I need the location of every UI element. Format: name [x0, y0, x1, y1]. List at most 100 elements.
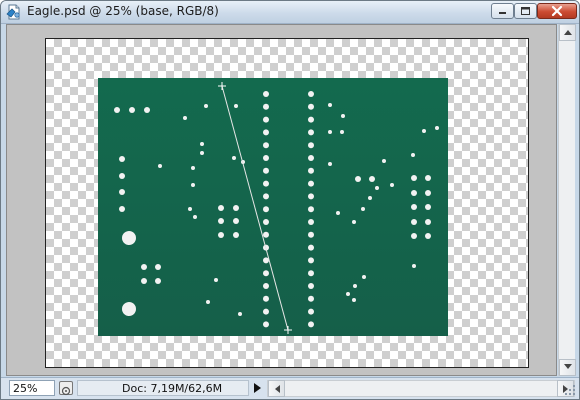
zoom-options-icon — [61, 386, 71, 396]
board-hole — [361, 207, 365, 211]
scroll-up-button[interactable] — [559, 24, 576, 41]
board-hole — [308, 180, 314, 187]
board-hole — [155, 278, 161, 284]
minimize-button[interactable] — [491, 3, 514, 19]
board-holes-layer — [114, 82, 439, 334]
board-hole — [263, 91, 269, 97]
maximize-button[interactable] — [514, 3, 537, 19]
board-hole — [346, 292, 350, 296]
board-hole — [425, 233, 431, 239]
board-hole — [218, 232, 224, 238]
board-hole — [308, 321, 314, 328]
board-hole — [122, 231, 136, 245]
board-hole — [232, 156, 236, 160]
board-hole — [425, 175, 431, 181]
zoom-options-button[interactable] — [59, 381, 73, 396]
board-hole — [308, 257, 314, 264]
board-hole — [308, 167, 314, 174]
board-hole — [425, 190, 431, 196]
document-workspace[interactable] — [6, 24, 557, 376]
board-hole — [191, 183, 195, 187]
board-hole — [144, 107, 150, 113]
board-hole — [263, 180, 269, 187]
board-hole — [114, 107, 120, 113]
document-size-info: Doc: 7,19M/62,6M — [77, 380, 249, 396]
board-hole — [308, 91, 314, 97]
board-hole — [263, 270, 269, 277]
maximize-icon — [521, 7, 530, 15]
board-hole — [340, 130, 344, 134]
board-hole — [119, 156, 125, 162]
photoshop-file-icon — [6, 4, 20, 20]
board-hole — [411, 233, 417, 239]
board-hole — [263, 129, 269, 136]
board-hole — [119, 206, 125, 212]
board-hole — [263, 206, 269, 213]
board-hole — [411, 153, 415, 157]
board-hole — [368, 196, 372, 200]
scroll-left-icon — [274, 385, 280, 393]
vertical-scrollbar[interactable] — [558, 24, 576, 376]
board-hole — [218, 205, 224, 211]
scroll-down-icon — [563, 364, 572, 369]
board-hole — [308, 103, 314, 110]
board-hole — [263, 321, 269, 328]
board-hole — [218, 218, 224, 224]
board-hole — [308, 116, 314, 123]
measure-line[interactable] — [221, 85, 289, 331]
board-hole — [263, 308, 269, 315]
board-hole — [328, 103, 332, 107]
board-hole — [308, 219, 314, 225]
board-hole — [129, 107, 135, 113]
board-hole — [238, 312, 242, 316]
board-hole — [204, 104, 208, 108]
measure-endpoint[interactable] — [284, 326, 292, 334]
board-hole — [411, 190, 417, 196]
pcb-board-image — [98, 78, 448, 336]
board-hole — [435, 126, 439, 130]
board-hole — [263, 193, 269, 200]
board-hole — [411, 219, 417, 225]
horizontal-scrollbar[interactable] — [267, 380, 575, 397]
board-hole — [308, 142, 314, 149]
board-hole — [155, 264, 161, 270]
scroll-left-button[interactable] — [268, 380, 285, 397]
board-hole — [353, 284, 357, 288]
title-bar[interactable]: Eagle.psd @ 25% (base, RGB/8) — [1, 1, 579, 24]
minimize-icon — [499, 12, 506, 14]
board-hole — [308, 193, 314, 200]
close-button[interactable] — [537, 3, 577, 19]
board-hole — [411, 204, 417, 210]
board-hole — [233, 232, 239, 238]
board-hole — [263, 167, 269, 174]
scroll-down-button[interactable] — [559, 359, 576, 376]
board-hole — [193, 215, 197, 219]
board-hole — [263, 155, 269, 161]
board-hole — [328, 162, 332, 166]
resize-grip-icon[interactable] — [564, 384, 576, 396]
board-hole — [412, 264, 416, 268]
measure-endpoint[interactable] — [218, 82, 226, 90]
document-window: Eagle.psd @ 25% (base, RGB/8) 25% Doc: 7… — [0, 0, 580, 400]
board-hole — [206, 300, 210, 304]
board-hole — [263, 142, 269, 149]
board-hole — [263, 231, 269, 238]
board-hole — [308, 283, 314, 289]
board-hole — [308, 231, 314, 238]
board-hole — [119, 189, 125, 195]
window-title: Eagle.psd @ 25% (base, RGB/8) — [27, 4, 219, 18]
close-icon — [551, 5, 563, 17]
board-hole — [422, 129, 426, 133]
board-hole — [352, 220, 356, 224]
board-hole — [263, 283, 269, 289]
board-hole — [119, 173, 125, 179]
board-hole — [141, 264, 147, 270]
zoom-level-field[interactable]: 25% — [9, 380, 55, 396]
status-menu-arrow-icon[interactable] — [251, 381, 263, 395]
canvas-transparency-grid[interactable] — [45, 38, 529, 368]
board-hole — [122, 302, 136, 316]
board-hole — [183, 116, 187, 120]
board-hole — [214, 278, 218, 282]
board-hole — [375, 186, 379, 190]
board-hole — [200, 151, 204, 155]
